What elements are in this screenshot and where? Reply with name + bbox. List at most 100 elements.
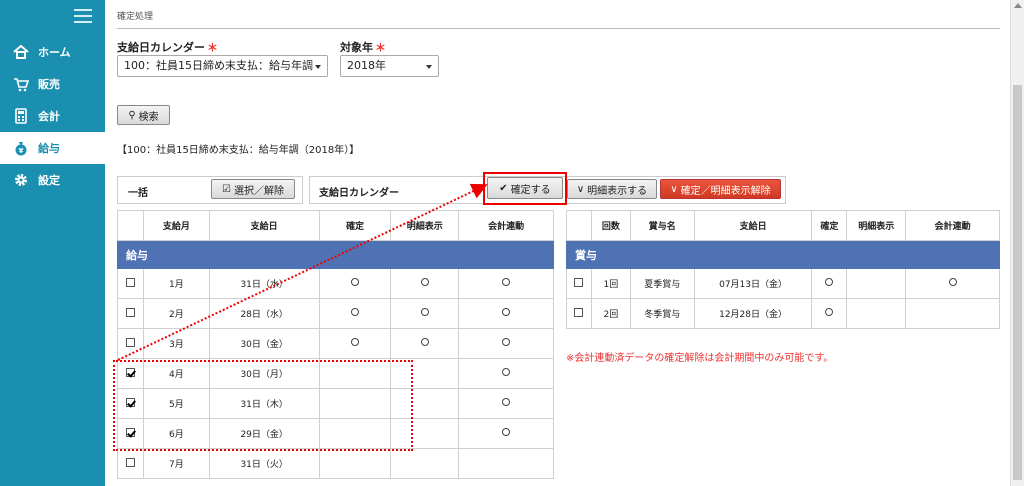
- linked-cell: [458, 268, 554, 299]
- detail-cell: [390, 328, 460, 359]
- bonus-table-title: 賞与: [566, 240, 1000, 269]
- column-header: 回数: [590, 210, 631, 241]
- bonus-date-cell: 07月13日（金）: [693, 268, 813, 299]
- row-checkbox-cell[interactable]: [117, 328, 144, 359]
- sidebar-item-accounting[interactable]: 会計: [0, 100, 105, 132]
- linked-cell: [458, 388, 554, 419]
- row-checkbox-cell[interactable]: [117, 448, 144, 479]
- calendar-select-value: 100：社員15日締め末支払：給与年調: [124, 59, 313, 72]
- batch-label: 一括: [128, 188, 148, 199]
- pay-date-cell: 28日（水）: [208, 298, 320, 329]
- pay-month-cell: 2月: [142, 298, 210, 329]
- sidebar-item-home[interactable]: ホーム: [0, 36, 105, 68]
- column-header: [566, 210, 592, 241]
- status-circle-icon: [420, 308, 429, 316]
- calculator-icon: [12, 107, 30, 125]
- column-header: 支給月: [142, 210, 210, 241]
- row-checkbox[interactable]: [125, 277, 135, 287]
- row-checkbox[interactable]: [125, 307, 135, 317]
- row-checkbox-cell[interactable]: [566, 298, 592, 329]
- svg-text:¥: ¥: [19, 147, 24, 155]
- selection-summary: 【100：社員15日締め末支払：給与年調（2018年）】: [117, 145, 360, 156]
- required-mark: ＊: [375, 41, 386, 54]
- sidebar-item-label: 販売: [38, 78, 60, 91]
- divider: [117, 28, 1000, 29]
- table-row: 1月 31日（水）: [117, 268, 554, 299]
- pay-date-cell: 30日（金）: [208, 328, 320, 359]
- linked-cell: [458, 328, 554, 359]
- batch-calendar-label: 支給日カレンダー: [319, 188, 399, 199]
- status-circle-icon: [350, 338, 359, 346]
- gear-icon: [12, 171, 30, 189]
- row-checkbox[interactable]: [574, 307, 584, 317]
- column-header: 明細表示: [390, 210, 460, 241]
- pay-month-cell: 3月: [142, 328, 210, 359]
- column-header: 支給日: [208, 210, 320, 241]
- search-button[interactable]: ⚲ 検索: [117, 105, 170, 125]
- pay-date-cell: 31日（火）: [208, 448, 320, 479]
- column-header: 明細表示: [846, 210, 907, 241]
- status-circle-icon: [502, 428, 511, 436]
- bonus-date-cell: 12月28日（金）: [693, 298, 813, 329]
- column-header: 会計連動: [905, 210, 1000, 241]
- warning-note: ※会計連動済データの確定解除は会計期間中のみ可能です。: [566, 353, 834, 364]
- linked-cell: [458, 358, 554, 389]
- chevron-down-icon: ∨: [670, 183, 678, 195]
- table-row: 2回 冬季賞与 12月28日（金）: [566, 298, 1000, 329]
- cancel-confirm-button[interactable]: ∨ 確定／明細表示解除: [660, 179, 781, 199]
- sidebar-item-label: ホーム: [38, 46, 71, 59]
- show-detail-button[interactable]: ∨ 明細表示する: [567, 179, 657, 199]
- row-checkbox[interactable]: [574, 277, 584, 287]
- sidebar-item-label: 会計: [38, 110, 60, 123]
- sidebar-item-settings[interactable]: 設定: [0, 164, 105, 196]
- year-select[interactable]: 2018年: [340, 55, 439, 77]
- row-checkbox-cell[interactable]: [566, 268, 592, 299]
- year-label: 対象年＊: [340, 41, 386, 54]
- table-row: 1回 夏季賞与 07月13日（金）: [566, 268, 1000, 299]
- bonus-table: 賞与 回数 賞与名 支給日 確定 明細表示 会計連動 1回 夏季賞与 07月13日（…: [566, 210, 1000, 329]
- row-checkbox-cell[interactable]: [117, 268, 144, 299]
- scroll-thumb[interactable]: [1013, 85, 1022, 480]
- detail-cell: [390, 448, 460, 479]
- checkbox-icon: ☑: [222, 183, 231, 195]
- confirmed-cell: [318, 298, 392, 329]
- status-circle-icon: [825, 278, 834, 286]
- status-circle-icon: [825, 308, 834, 316]
- bonus-count-cell: 2回: [590, 298, 631, 329]
- bonus-name-cell: 夏季賞与: [629, 268, 695, 299]
- bonus-name-cell: 冬季賞与: [629, 298, 695, 329]
- column-header: 会計連動: [458, 210, 554, 241]
- hamburger-menu-icon[interactable]: [74, 9, 92, 23]
- row-checkbox[interactable]: [125, 337, 135, 347]
- status-circle-icon: [502, 338, 511, 346]
- linked-cell: [458, 448, 554, 479]
- sidebar-item-sales[interactable]: 販売: [0, 68, 105, 100]
- sidebar-item-payroll[interactable]: ¥ 給与: [0, 132, 105, 164]
- cart-icon: [12, 75, 30, 93]
- table-row: 2月 28日（水）: [117, 298, 554, 329]
- selected-rows-highlight: [113, 360, 413, 451]
- column-header: 賞与名: [629, 210, 695, 241]
- confirmed-cell: [318, 268, 392, 299]
- detail-cell: [390, 268, 460, 299]
- vertical-scrollbar[interactable]: [1010, 0, 1024, 486]
- select-toggle-button[interactable]: ☑ 選択／解除: [211, 179, 295, 199]
- row-checkbox[interactable]: [125, 457, 135, 467]
- chevron-down-icon: ∨: [576, 183, 585, 195]
- status-circle-icon: [350, 308, 359, 316]
- scroll-up-icon[interactable]: [1014, 3, 1022, 8]
- money-bag-icon: ¥: [12, 139, 30, 157]
- column-header: 支給日: [693, 210, 813, 241]
- linked-cell: [905, 268, 1000, 299]
- linked-cell: [905, 298, 1000, 329]
- status-circle-icon: [502, 308, 511, 316]
- row-checkbox-cell[interactable]: [117, 298, 144, 329]
- calendar-select[interactable]: 100：社員15日締め末支払：給与年調: [117, 55, 328, 77]
- confirm-button-highlight: [483, 172, 567, 205]
- table-row: 3月 30日（金）: [117, 328, 554, 359]
- linked-cell: [458, 298, 554, 329]
- sidebar-item-label: 設定: [38, 174, 60, 187]
- sidebar-item-label: 給与: [38, 142, 60, 155]
- detail-cell: [846, 268, 907, 299]
- home-icon: [12, 43, 30, 61]
